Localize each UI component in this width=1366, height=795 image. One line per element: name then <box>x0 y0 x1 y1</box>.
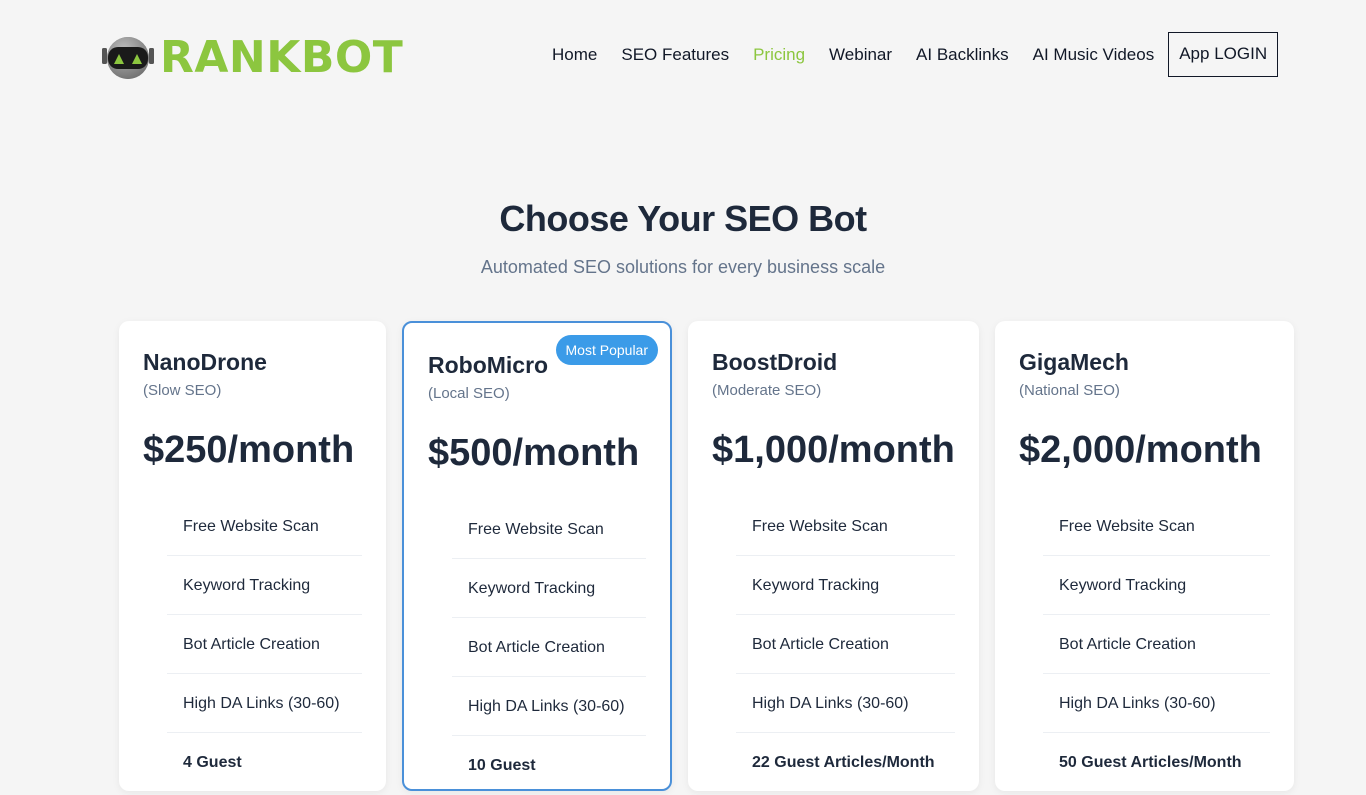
feature-item: Keyword Tracking <box>167 556 362 615</box>
site-header: RANKBOT Home SEO Features Pricing Webina… <box>0 0 1366 110</box>
feature-list: Free Website Scan Keyword Tracking Bot A… <box>1043 497 1270 792</box>
plan-type: (National SEO) <box>1019 382 1120 399</box>
nav-webinar[interactable]: Webinar <box>817 32 904 77</box>
logo[interactable]: RANKBOT <box>102 34 403 82</box>
feature-item: Bot Article Creation <box>167 615 362 674</box>
feature-item: High DA Links (30-60) <box>736 674 955 733</box>
feature-item: High DA Links (30-60) <box>452 677 646 736</box>
feature-item: High DA Links (30-60) <box>1043 674 1270 733</box>
plan-type: (Local SEO) <box>428 385 510 402</box>
nav-ai-music-videos[interactable]: AI Music Videos <box>1021 32 1167 77</box>
nav-ai-backlinks[interactable]: AI Backlinks <box>904 32 1021 77</box>
feature-item: 10 Guest <box>468 757 536 774</box>
plan-type: (Moderate SEO) <box>712 382 822 399</box>
page-title: Choose Your SEO Bot <box>499 198 867 239</box>
feature-item: Bot Article Creation <box>452 618 646 677</box>
most-popular-badge: Most Popular <box>555 335 658 365</box>
feature-item: 50 Guest Articles/Month <box>1059 754 1242 771</box>
feature-item: High DA Links (30-60) <box>167 674 362 733</box>
feature-item: Bot Article Creation <box>1043 615 1270 674</box>
plan-name: BoostDroid <box>712 349 838 375</box>
feature-item: Free Website Scan <box>736 497 955 556</box>
feature-item: Keyword Tracking <box>1043 556 1270 615</box>
plan-price: $250/month <box>143 429 355 471</box>
plan-card-boostdroid: BoostDroid (Moderate SEO) $1,000/month F… <box>688 321 979 791</box>
feature-list: Free Website Scan Keyword Tracking Bot A… <box>736 497 955 792</box>
plan-price: $500/month <box>428 432 640 474</box>
nav-pricing[interactable]: Pricing <box>741 32 817 77</box>
feature-list: Free Website Scan Keyword Tracking Bot A… <box>167 497 362 792</box>
feature-item: Keyword Tracking <box>452 559 646 618</box>
nav-seo-features[interactable]: SEO Features <box>609 32 741 77</box>
feature-list: Free Website Scan Keyword Tracking Bot A… <box>452 500 646 795</box>
page-subtitle: Automated SEO solutions for every busine… <box>480 257 886 277</box>
main-nav: Home SEO Features Pricing Webinar AI Bac… <box>540 32 1279 77</box>
plan-price: $2,000/month <box>1019 429 1262 471</box>
feature-item: 22 Guest Articles/Month <box>752 754 935 771</box>
robot-head-icon <box>102 34 154 82</box>
plan-type: (Slow SEO) <box>143 382 222 399</box>
logo-text: RANKBOT <box>160 32 404 83</box>
feature-item: Bot Article Creation <box>736 615 955 674</box>
feature-item: Free Website Scan <box>1043 497 1270 556</box>
app-login-button[interactable]: App LOGIN <box>1168 32 1279 77</box>
feature-item: Keyword Tracking <box>736 556 955 615</box>
plan-card-robomicro: Most Popular RoboMicro (Local SEO) $500/… <box>402 321 672 791</box>
plan-card-nanodrone: NanoDrone (Slow SEO) $250/month Free Web… <box>119 321 386 791</box>
plan-price: $1,000/month <box>712 429 955 471</box>
nav-home[interactable]: Home <box>540 32 609 77</box>
plan-card-gigamech: GigaMech (National SEO) $2,000/month Fre… <box>995 321 1294 791</box>
feature-item: Free Website Scan <box>167 497 362 556</box>
plan-name: GigaMech <box>1019 349 1129 375</box>
feature-item: Free Website Scan <box>452 500 646 559</box>
plan-name: NanoDrone <box>143 349 267 375</box>
feature-item: 4 Guest <box>183 754 242 771</box>
